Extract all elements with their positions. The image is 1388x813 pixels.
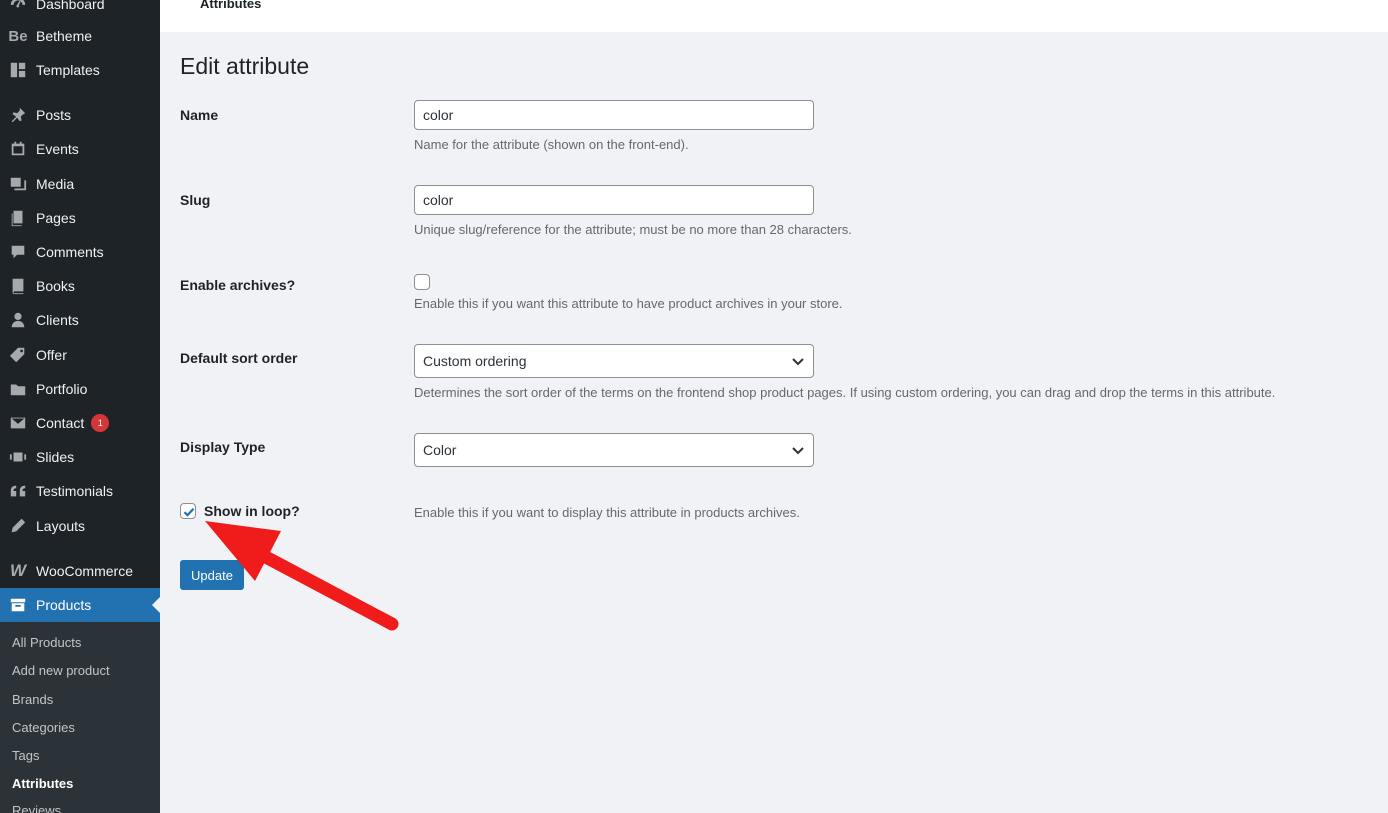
media-icon bbox=[8, 174, 28, 194]
display-type-select[interactable]: Color bbox=[414, 433, 814, 467]
sidebar-item-posts[interactable]: Posts bbox=[0, 98, 160, 132]
sidebar-item-media[interactable]: Media bbox=[0, 167, 160, 201]
display-type-selected-value: Color bbox=[423, 442, 457, 458]
slug-input[interactable] bbox=[414, 185, 814, 215]
chevron-down-icon bbox=[792, 447, 804, 455]
pushpin-icon bbox=[8, 105, 28, 125]
templates-icon bbox=[8, 60, 28, 80]
sidebar-item-label: Comments bbox=[36, 244, 104, 260]
sidebar-item-betheme[interactable]: Be Betheme bbox=[0, 19, 160, 53]
dashboard-icon bbox=[8, 0, 28, 14]
sidebar-item-label: Templates bbox=[36, 62, 100, 78]
slug-description: Unique slug/reference for the attribute;… bbox=[414, 222, 852, 237]
sidebar-item-label: Products bbox=[36, 597, 92, 613]
submenu-item-categories[interactable]: Categories bbox=[12, 720, 75, 735]
sidebar-item-offer[interactable]: Offer bbox=[0, 338, 160, 372]
sidebar-item-label: Media bbox=[36, 176, 75, 192]
sidebar-item-templates[interactable]: Templates bbox=[0, 53, 160, 87]
sidebar-item-label: Events bbox=[36, 141, 79, 157]
sidebar-item-label: Dashboard bbox=[36, 0, 105, 12]
clients-icon bbox=[8, 310, 28, 330]
products-submenu: All Products Add new product Brands Cate… bbox=[0, 622, 160, 813]
display-type-label: Display Type bbox=[180, 439, 266, 455]
sidebar-item-label: Betheme bbox=[36, 28, 93, 44]
calendar-icon bbox=[8, 139, 28, 159]
sidebar-item-slides[interactable]: Slides bbox=[0, 440, 160, 474]
sidebar-item-label: Posts bbox=[36, 107, 72, 123]
show-in-loop-label: Show in loop? bbox=[204, 503, 300, 519]
admin-sidebar: Dashboard Be Betheme Templates Posts Eve… bbox=[0, 0, 160, 813]
sort-order-label: Default sort order bbox=[180, 350, 298, 366]
submenu-item-all-products[interactable]: All Products bbox=[12, 635, 81, 650]
betheme-icon: Be bbox=[8, 27, 28, 45]
sidebar-item-dashboard[interactable]: Dashboard bbox=[0, 0, 160, 21]
pages-icon bbox=[8, 208, 28, 228]
sidebar-item-portfolio[interactable]: Portfolio bbox=[0, 372, 160, 406]
archive-icon bbox=[8, 595, 28, 615]
page-title: Edit attribute bbox=[180, 53, 310, 79]
sidebar-item-label: Layouts bbox=[36, 518, 86, 534]
sidebar-item-books[interactable]: Books bbox=[0, 269, 160, 303]
sidebar-item-contact[interactable]: Contact 1 bbox=[0, 406, 160, 440]
submenu-item-add-new-product[interactable]: Add new product bbox=[12, 663, 110, 678]
show-in-loop-checkbox[interactable] bbox=[180, 503, 196, 519]
name-label: Name bbox=[180, 107, 219, 123]
enable-archives-description: Enable this if you want this attribute t… bbox=[414, 296, 843, 311]
sidebar-item-label: Offer bbox=[36, 347, 67, 363]
slides-icon bbox=[8, 447, 28, 467]
enable-archives-checkbox[interactable] bbox=[414, 274, 430, 290]
enable-archives-label: Enable archives? bbox=[180, 277, 296, 293]
sidebar-item-testimonials[interactable]: Testimonials bbox=[0, 474, 160, 508]
sidebar-item-label: Testimonials bbox=[36, 483, 114, 499]
submenu-item-reviews[interactable]: Reviews bbox=[12, 803, 61, 813]
sidebar-item-products[interactable]: Products bbox=[0, 588, 160, 622]
sidebar-item-label: Contact bbox=[36, 415, 85, 431]
submenu-item-brands[interactable]: Brands bbox=[12, 692, 53, 707]
offer-icon bbox=[8, 345, 28, 365]
show-in-loop-description: Enable this if you want to display this … bbox=[414, 505, 800, 520]
name-description: Name for the attribute (shown on the fro… bbox=[414, 137, 689, 152]
sidebar-item-pages[interactable]: Pages bbox=[0, 201, 160, 235]
sort-order-description: Determines the sort order of the terms o… bbox=[414, 385, 1276, 400]
sidebar-item-clients[interactable]: Clients bbox=[0, 303, 160, 337]
sidebar-item-woocommerce[interactable]: W WooCommerce bbox=[0, 554, 160, 588]
name-input[interactable] bbox=[414, 100, 814, 130]
sort-order-selected-value: Custom ordering bbox=[423, 353, 527, 369]
submenu-item-attributes[interactable]: Attributes bbox=[12, 776, 73, 791]
sidebar-item-label: WooCommerce bbox=[36, 563, 133, 579]
sort-order-select[interactable]: Custom ordering bbox=[414, 344, 814, 378]
sidebar-item-label: Slides bbox=[36, 449, 75, 465]
sidebar-item-label: Clients bbox=[36, 312, 79, 328]
pencil-icon bbox=[8, 516, 28, 536]
sidebar-item-layouts[interactable]: Layouts bbox=[0, 509, 160, 543]
notification-badge: 1 bbox=[91, 414, 110, 432]
book-icon bbox=[8, 276, 28, 296]
quote-icon bbox=[8, 481, 28, 501]
sidebar-item-label: Books bbox=[36, 278, 75, 294]
slug-label: Slug bbox=[180, 192, 211, 208]
sidebar-item-events[interactable]: Events bbox=[0, 132, 160, 166]
tab-attributes[interactable]: Attributes bbox=[200, 0, 261, 11]
submenu-item-tags[interactable]: Tags bbox=[12, 748, 39, 763]
woocommerce-icon: W bbox=[9, 561, 27, 580]
sidebar-item-label: Portfolio bbox=[36, 381, 88, 397]
sidebar-item-label: Pages bbox=[36, 210, 76, 226]
sidebar-item-comments[interactable]: Comments bbox=[0, 235, 160, 269]
chevron-down-icon bbox=[792, 358, 804, 366]
top-tab-bar: Attributes bbox=[160, 0, 1388, 32]
checkmark-icon bbox=[183, 507, 195, 517]
comment-icon bbox=[8, 242, 28, 262]
portfolio-icon bbox=[8, 379, 28, 399]
update-button[interactable]: Update bbox=[180, 560, 244, 590]
mail-icon bbox=[8, 413, 28, 433]
